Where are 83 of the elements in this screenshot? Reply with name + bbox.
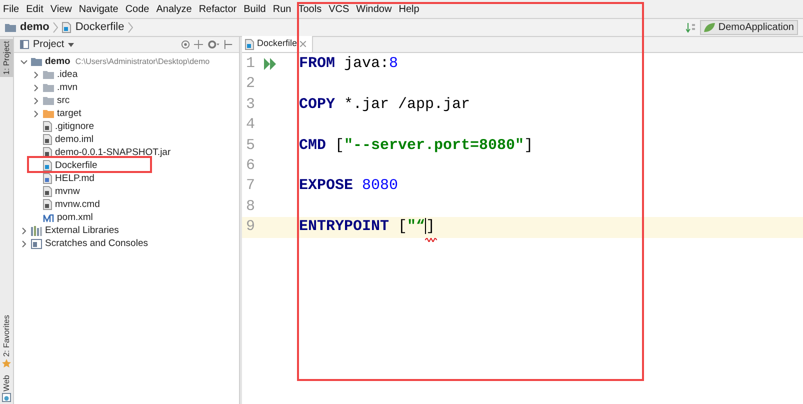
folder-icon	[5, 23, 16, 32]
tree-item[interactable]: Dockerfile	[55, 159, 98, 172]
line-number: 2	[246, 74, 256, 94]
menu-item[interactable]: File	[3, 2, 20, 16]
docker-file-icon	[245, 38, 254, 50]
tree-item[interactable]: mvnw	[55, 185, 80, 198]
tree-item[interactable]: demo-0.0.1-SNAPSHOT.jar	[55, 146, 171, 159]
target-icon[interactable]	[181, 40, 190, 49]
breadcrumb-item[interactable]: demo	[20, 19, 50, 36]
menu-item[interactable]: Run	[272, 2, 292, 16]
panel-title[interactable]: Project	[33, 37, 64, 52]
line-number: 9	[246, 217, 256, 238]
menu-item[interactable]: View	[50, 2, 72, 16]
tree-item[interactable]: mvnw.cmd	[55, 198, 100, 211]
menu-item[interactable]: Navigate	[78, 2, 118, 16]
tree-item[interactable]: External Libraries	[45, 224, 119, 237]
line-number: 6	[246, 156, 256, 176]
folder-icon	[31, 57, 42, 66]
breadcrumb-item[interactable]: Dockerfile	[75, 19, 124, 36]
tree-item[interactable]: Scratches and Consoles	[45, 237, 148, 250]
menu-item[interactable]: Refactor	[198, 2, 237, 16]
line-number: 1	[246, 54, 256, 74]
file-icon	[43, 173, 52, 184]
error-squiggle	[425, 238, 438, 242]
text-cursor	[425, 218, 426, 234]
line-number: 5	[246, 136, 256, 156]
file-icon	[43, 186, 52, 197]
run-icon[interactable]	[264, 58, 277, 70]
star-icon	[2, 358, 11, 368]
settings-icon[interactable]	[207, 40, 220, 49]
run-config-selector[interactable]: DemoApplication	[700, 20, 798, 35]
editor-tab[interactable]: Dockerfile	[242, 36, 314, 52]
folder-icon	[43, 83, 54, 92]
scratch-icon	[31, 238, 42, 248]
code-line: ENTRYPOINT ["“]	[299, 216, 436, 239]
tree-item[interactable]: .idea	[57, 68, 78, 81]
tree-item[interactable]: .mvn	[57, 81, 78, 94]
tree-item[interactable]: demo.iml	[55, 133, 94, 146]
chevron-icon	[53, 22, 58, 33]
file-icon	[43, 121, 52, 132]
close-icon[interactable]	[300, 41, 306, 47]
menu-item[interactable]: Analyze	[156, 2, 192, 16]
chevron-icon	[128, 22, 134, 33]
file-icon	[43, 147, 52, 158]
docker-file-icon	[43, 160, 52, 171]
menu-item[interactable]: Edit	[26, 2, 44, 16]
file-icon	[43, 134, 52, 145]
tree-item[interactable]: target	[57, 107, 82, 120]
folder-icon	[43, 70, 54, 79]
panel-icon	[20, 40, 29, 49]
maven-icon	[43, 212, 54, 223]
tree-item[interactable]: pom.xml	[57, 211, 93, 224]
tool-window-button[interactable]: Web	[0, 372, 13, 404]
code-line: FROM java:8	[299, 54, 398, 74]
sort-icon[interactable]	[686, 22, 696, 32]
code-line: CMD ["--server.port=8080"]	[299, 136, 534, 156]
web-icon	[2, 393, 11, 402]
code-line: EXPOSE 8080	[299, 176, 398, 196]
line-number: 8	[246, 196, 256, 217]
menu-item[interactable]: Code	[125, 2, 150, 16]
tool-window-button[interactable]: 2: Favorites	[0, 312, 13, 370]
tree-item[interactable]: .gitignore	[55, 120, 94, 133]
docker-file-icon	[62, 22, 72, 33]
line-number: 4	[246, 115, 256, 136]
leaf-icon	[704, 23, 716, 32]
menu-item[interactable]: Build	[244, 2, 266, 16]
line-number: 7	[246, 176, 256, 196]
tree-item[interactable]: src	[57, 94, 70, 107]
tree-item[interactable]: demo	[45, 55, 70, 68]
tree-item[interactable]: HELP.md	[55, 172, 94, 185]
tool-window-button[interactable]: 1: Project	[0, 39, 13, 77]
folder-icon	[43, 109, 54, 118]
dropdown-icon[interactable]	[68, 42, 74, 46]
menu-item[interactable]: Tools	[298, 2, 322, 16]
module-path: C:\Users\Administrator\Desktop\demo	[75, 56, 210, 68]
line-number: 3	[246, 94, 256, 115]
file-icon	[43, 199, 52, 210]
folder-icon	[43, 96, 54, 105]
code-line: COPY *.jar /app.jar	[299, 94, 470, 115]
library-icon	[31, 226, 42, 236]
menu-item[interactable]: Help	[398, 2, 420, 16]
menu-item[interactable]: VCS	[328, 2, 350, 16]
menu-item[interactable]: Window	[356, 2, 392, 16]
